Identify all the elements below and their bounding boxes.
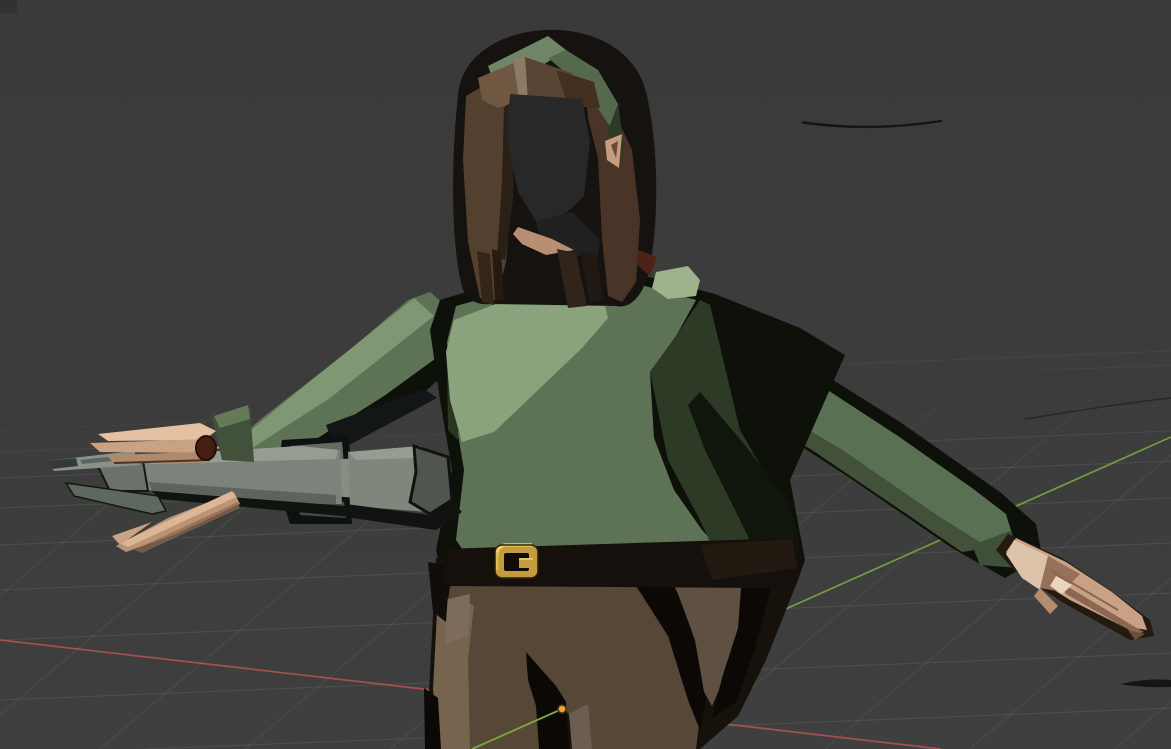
sleeve-opening (196, 436, 216, 460)
object-origin-dot[interactable] (558, 705, 566, 713)
viewport-3d[interactable] (0, 0, 1171, 749)
left-hip-highlight (444, 594, 470, 644)
belt-buckle (495, 545, 538, 578)
head (453, 30, 657, 308)
rear-cap (410, 446, 452, 514)
buckle-tongue (519, 559, 533, 568)
viewport-canvas[interactable] (0, 0, 1171, 749)
corner-shade (0, 0, 17, 13)
